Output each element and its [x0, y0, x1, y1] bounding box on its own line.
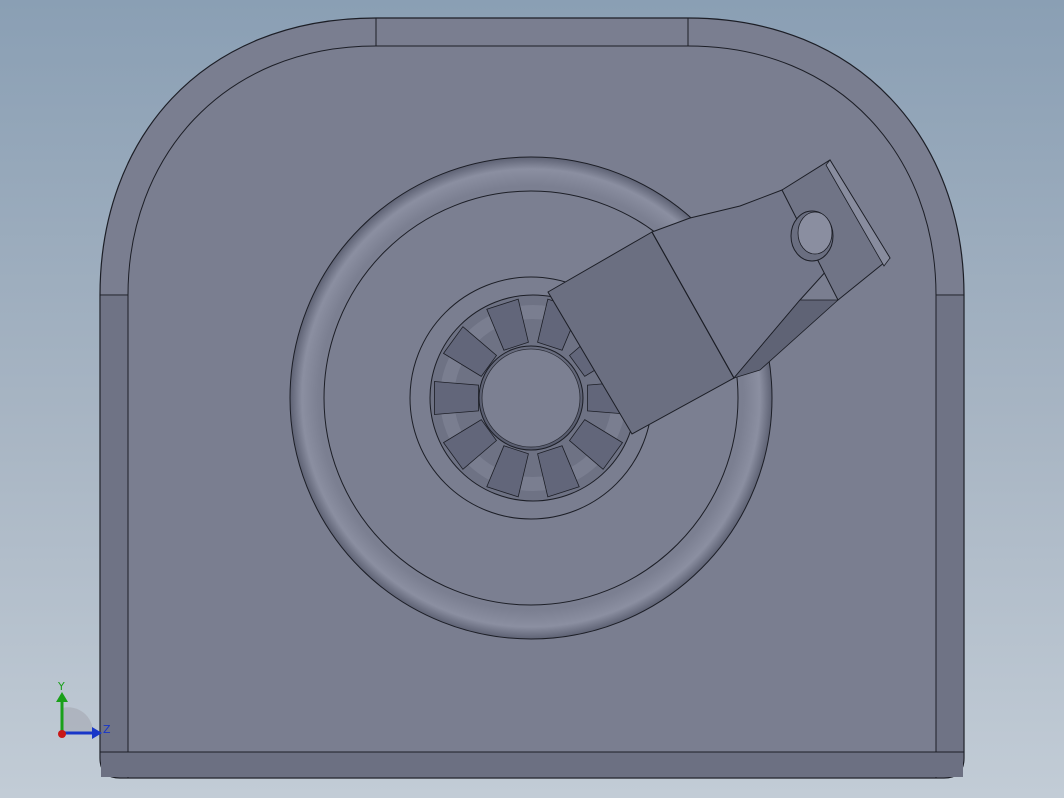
- graphics-viewport[interactable]: Y Z: [0, 0, 1064, 798]
- x-axis-dot: [58, 730, 66, 738]
- ratchet-tooth: [433, 381, 479, 415]
- triad-label-y: Y: [57, 680, 65, 693]
- hub-bore: [481, 348, 581, 448]
- left-flange-shade: [101, 296, 128, 752]
- triad-quarter-disc: [62, 707, 94, 733]
- bottom-flange-shade: [101, 752, 963, 777]
- lever-pin-hole-inner: [797, 211, 833, 255]
- y-axis-arrow: [56, 692, 68, 702]
- right-flange-shade: [936, 296, 963, 752]
- triad-label-z: Z: [103, 723, 111, 736]
